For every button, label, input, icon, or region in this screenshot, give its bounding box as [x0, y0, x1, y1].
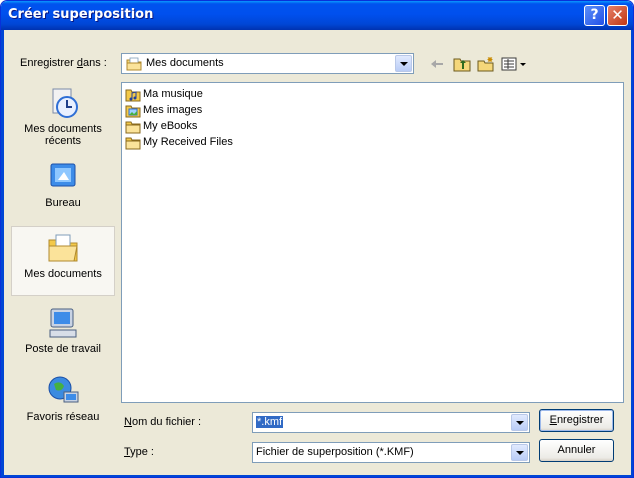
filename-label-accesskey: N	[124, 416, 132, 428]
save-in-label-text: Enregistrer	[20, 57, 77, 69]
my-documents-icon	[48, 234, 78, 262]
save-in-label: Enregistrer dans :	[20, 57, 107, 69]
file-name: My eBooks	[143, 120, 198, 132]
folder-icon	[125, 121, 141, 134]
place-my-documents[interactable]: Mes documents	[11, 226, 115, 296]
filetype-value: Fichier de superposition (*.KMF)	[256, 446, 414, 458]
place-my-computer-label: Poste de travail	[25, 343, 101, 355]
file-name: Ma musique	[143, 88, 203, 100]
filetype-label: Type :	[124, 446, 154, 458]
pictures-folder-icon	[125, 105, 141, 118]
filetype-label-text: ype :	[130, 446, 154, 458]
recent-documents-icon	[52, 88, 78, 118]
place-recent-documents-label: Mes documents récents	[24, 123, 102, 147]
save-in-dropdown-arrow[interactable]	[395, 55, 412, 72]
save-button-label: nregistrer	[556, 414, 604, 426]
folder-icon	[125, 137, 141, 150]
place-network[interactable]: Favoris réseau	[11, 374, 115, 436]
save-dialog-window: Créer superposition ? ✕ Enregistrer dans…	[0, 0, 634, 478]
close-button[interactable]: ✕	[607, 5, 628, 26]
filename-value-wrap: *.kmf	[256, 416, 284, 428]
place-my-documents-label: Mes documents	[24, 268, 102, 280]
new-folder-icon[interactable]	[475, 53, 497, 75]
filename-label: Nom du fichier :	[124, 416, 201, 428]
save-button[interactable]: Enregistrer	[539, 409, 614, 432]
my-computer-icon	[49, 308, 77, 338]
file-list[interactable]: Ma musique Mes images My eBooks My Recei…	[121, 82, 624, 403]
help-button[interactable]: ?	[584, 5, 605, 26]
place-desktop[interactable]: Bureau	[11, 160, 115, 220]
filename-label-text: om du fichier :	[131, 416, 202, 428]
filename-value: *.kmf	[256, 416, 284, 428]
save-in-value: Mes documents	[146, 57, 224, 69]
place-desktop-label: Bureau	[45, 197, 81, 209]
desktop-icon	[50, 163, 76, 187]
file-name: My Received Files	[143, 136, 233, 148]
music-folder-icon	[125, 89, 141, 102]
save-in-label-text-end: ans :	[82, 57, 107, 69]
filename-dropdown-arrow[interactable]	[511, 414, 528, 431]
filename-input[interactable]: *.kmf	[252, 412, 530, 433]
title-bar[interactable]: Créer superposition ? ✕	[1, 1, 633, 30]
views-menu-icon[interactable]	[499, 53, 529, 75]
back-icon[interactable]	[426, 53, 448, 75]
up-folder-icon[interactable]	[451, 53, 473, 75]
window-title: Créer superposition	[8, 7, 154, 22]
filetype-dropdown[interactable]: Fichier de superposition (*.KMF)	[252, 442, 530, 463]
network-places-icon	[48, 376, 79, 403]
file-name: Mes images	[143, 104, 203, 116]
window-frame-left	[1, 30, 4, 477]
filetype-dropdown-arrow[interactable]	[511, 444, 528, 461]
save-button-accesskey: E	[549, 414, 557, 426]
save-in-dropdown[interactable]: Mes documents	[121, 53, 414, 74]
my-documents-small-icon	[126, 57, 142, 71]
cancel-button[interactable]: Annuler	[539, 439, 614, 462]
places-bar: Mes documents récents Bureau Mes documen…	[11, 80, 115, 438]
place-recent-documents[interactable]: Mes documents récents	[11, 86, 115, 164]
place-my-computer[interactable]: Poste de travail	[11, 306, 115, 368]
place-network-label: Favoris réseau	[26, 411, 100, 423]
